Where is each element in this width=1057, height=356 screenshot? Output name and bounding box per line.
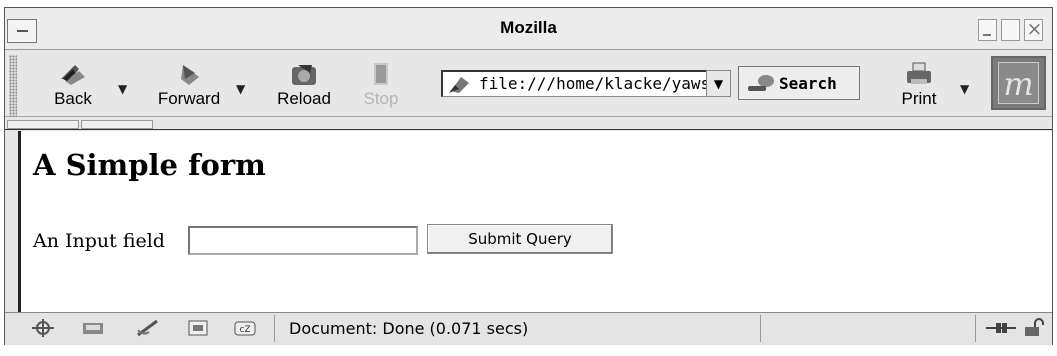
irc-chat-icon[interactable]: cZ [232,318,258,338]
status-separator [760,315,761,342]
forward-dropdown-icon[interactable]: ▼ [236,82,245,96]
maximize-icon[interactable] [1001,19,1020,41]
page-heading: A Simple form [33,148,266,182]
stop-button[interactable]: Stop [356,55,406,111]
page-proxy-icon [449,77,469,93]
back-label: Back [54,89,92,108]
status-bar [5,312,1052,345]
close-icon[interactable]: × [1024,18,1043,41]
printer-icon [907,62,931,84]
status-separator [975,315,976,342]
navigator-icon[interactable] [30,318,56,338]
address-book-icon[interactable] [185,318,211,338]
text-input-field[interactable] [188,226,418,255]
mail-icon[interactable] [80,318,106,338]
back-arrow-icon [61,65,85,85]
reload-label: Reload [277,89,331,108]
online-plug-icon[interactable] [985,318,1017,338]
window-title: Mozilla [500,18,557,37]
toolbar-grip[interactable] [9,55,17,117]
status-separator [274,315,275,342]
url-input[interactable]: file:///home/klacke/yaws [441,70,731,97]
forward-button[interactable]: Forward [142,55,236,111]
submit-query-button[interactable]: Submit Query [427,224,613,254]
toolbar-collapse-tab-1[interactable] [7,120,79,129]
stop-label: Stop [363,89,399,108]
input-field-label: An Input field [33,230,165,252]
minimize-icon[interactable] [978,19,997,41]
composer-icon[interactable] [135,318,161,338]
print-dropdown-icon[interactable]: ▼ [960,82,969,96]
mozilla-logo-letter: m [998,62,1039,104]
back-dropdown-icon[interactable]: ▼ [118,82,127,96]
reload-icon [292,65,316,85]
forward-arrow-icon [181,65,199,85]
toolbar-collapse-strip [5,118,1052,130]
search-icon [748,75,774,91]
reload-button[interactable]: Reload [266,55,342,111]
svg-text:cZ: cZ [239,325,250,335]
forward-label: Forward [157,89,221,108]
back-button[interactable]: Back [40,55,106,111]
print-button[interactable]: Print [886,55,952,111]
status-text: Document: Done (0.071 secs) [289,319,529,338]
toolbar-collapse-tab-2[interactable] [81,120,153,129]
print-label: Print [901,89,937,108]
stop-icon [374,63,388,85]
url-dropdown-icon[interactable]: ▼ [706,70,731,97]
security-lock-icon[interactable] [1022,318,1046,338]
